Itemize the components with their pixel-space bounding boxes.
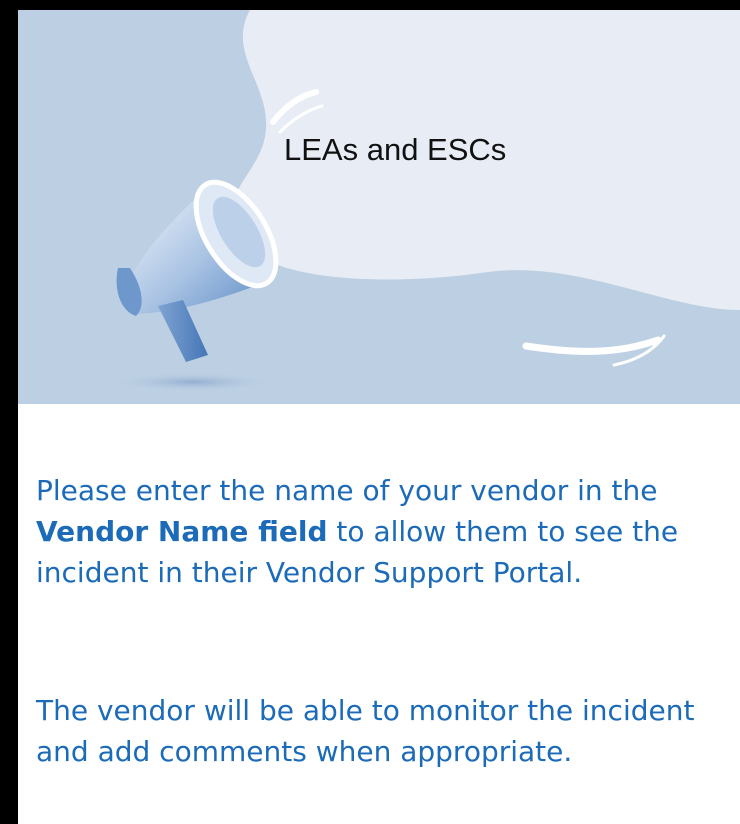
megaphone-shadow (108, 372, 278, 392)
hero-title: LEAs and ESCs (284, 132, 507, 167)
vendor-name-field-emphasis: Vendor Name field (36, 515, 328, 548)
instruction-text-start: Please enter the name of your vendor in … (36, 474, 658, 507)
swish-bottom (522, 336, 662, 355)
info-card: LEAs and ESCs Please enter the name of y… (18, 10, 740, 824)
monitor-paragraph: The vendor will be able to monitor the i… (36, 694, 695, 768)
hero-banner: LEAs and ESCs (18, 10, 740, 404)
instruction-paragraph: Please enter the name of your vendor in … (36, 470, 726, 593)
hero-illustration (108, 10, 740, 392)
